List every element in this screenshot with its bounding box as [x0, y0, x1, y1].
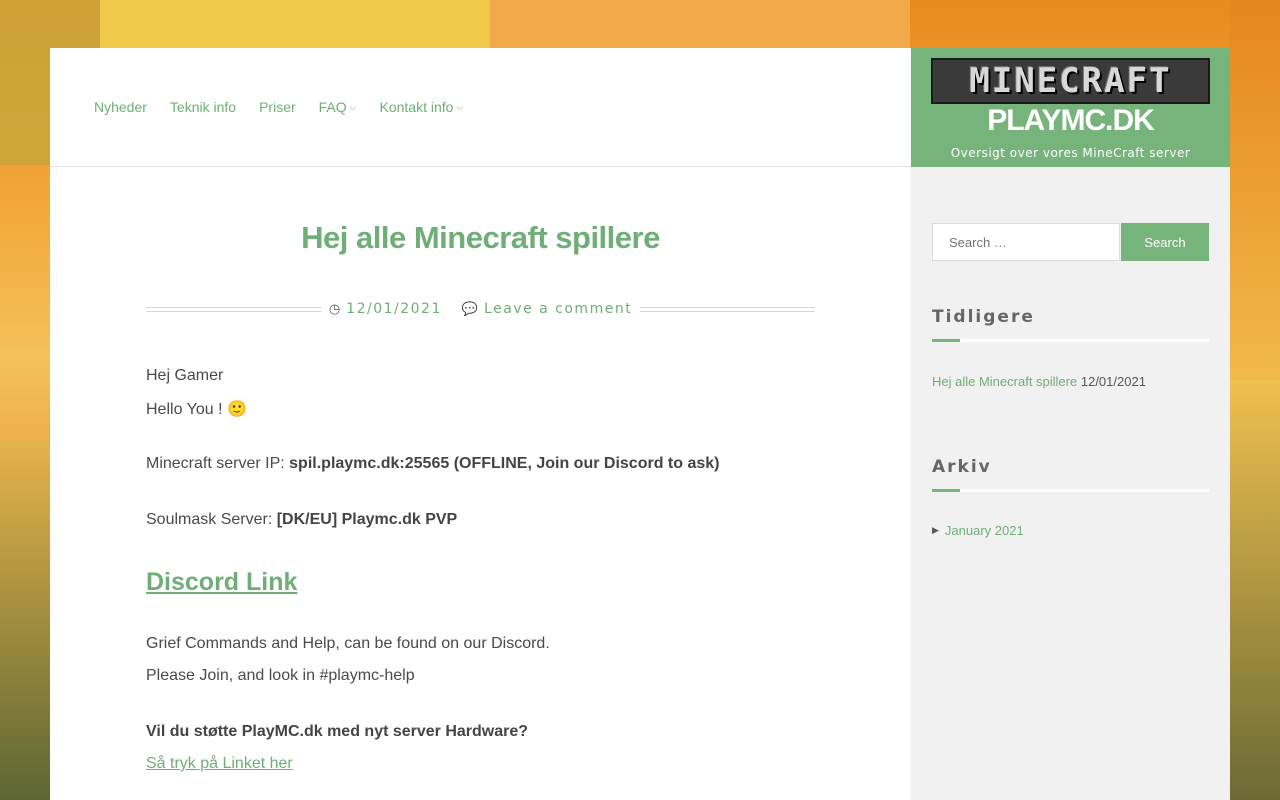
background-block: [1230, 0, 1280, 380]
join-text: Please Join, and look in #playmc-help: [146, 667, 415, 684]
main-content: Hej alle Minecraft spillere ◷ 12/01/2021…: [50, 167, 911, 800]
archive-title: Arkiv: [932, 457, 992, 477]
archive-link[interactable]: January 2021: [945, 523, 1024, 538]
logo-text: MINECRAFT: [969, 61, 1172, 101]
background-block: [490, 0, 910, 48]
background-block: [0, 440, 50, 800]
search-button[interactable]: Search: [1121, 223, 1209, 261]
site-branding: MINECRAFT PLAYMC.DK Oversigt over vores …: [911, 48, 1230, 167]
soulmask-label: Soulmask Server:: [146, 511, 277, 528]
main-navigation: Nyheder Teknik info Priser FAQ ⌵ Kontakt …: [50, 48, 911, 167]
recent-posts-title: Tidligere: [932, 307, 1035, 327]
caret-right-icon: ▶: [932, 525, 939, 535]
meta-info: ◷ 12/01/2021 💬 Leave a comment: [321, 301, 640, 317]
soulmask-value: [DK/EU] Playmc.dk PVP: [276, 511, 458, 528]
post-meta: ◷ 12/01/2021 💬 Leave a comment: [146, 299, 815, 319]
chevron-down-icon: ⌵: [456, 101, 464, 112]
nav-item-teknik-info[interactable]: Teknik info: [170, 99, 236, 115]
widget-divider: [932, 489, 1209, 492]
support-link[interactable]: Så tryk på Linket her: [146, 755, 293, 773]
post-date[interactable]: 12/01/2021: [346, 301, 442, 317]
background-block: [100, 0, 490, 48]
comment-icon: 💬: [461, 301, 479, 317]
leave-comment-link[interactable]: Leave a comment: [484, 301, 632, 317]
hello-text: Hello You ! 🙂: [146, 401, 247, 418]
archive-item: ▶ January 2021: [932, 523, 1024, 538]
greeting-text: Hej Gamer: [146, 367, 224, 384]
background-block: [1230, 380, 1280, 800]
meta-divider-right: [640, 306, 815, 312]
meta-divider-left: [146, 306, 321, 312]
discord-link[interactable]: Discord Link: [146, 568, 297, 597]
site-title[interactable]: PLAYMC.DK: [911, 104, 1230, 138]
nav-item-faq[interactable]: FAQ ⌵: [319, 99, 357, 115]
clock-icon: ◷: [328, 301, 341, 317]
site-description: Oversigt over vores MineCraft server: [950, 146, 1191, 160]
grief-text: Grief Commands and Help, can be found on…: [146, 635, 550, 652]
recent-post-item: Hej alle Minecraft spillere 12/01/2021: [932, 374, 1146, 389]
recent-post-date: 12/01/2021: [1080, 374, 1146, 389]
server-ip-label: Minecraft server IP:: [146, 455, 290, 472]
server-ip-line: Minecraft server IP: spil.playmc.dk:2556…: [146, 455, 719, 473]
support-question: Vil du støtte PlayMC.dk med nyt server H…: [146, 723, 529, 740]
widget-divider: [932, 339, 1209, 342]
nav-item-priser[interactable]: Priser: [259, 99, 296, 115]
page-container: Nyheder Teknik info Priser FAQ ⌵ Kontakt …: [50, 48, 1230, 800]
minecraft-logo[interactable]: MINECRAFT: [931, 58, 1210, 104]
recent-post-link[interactable]: Hej alle Minecraft spillere: [932, 374, 1077, 389]
post-title[interactable]: Hej alle Minecraft spillere: [50, 220, 911, 256]
soulmask-line: Soulmask Server: [DK/EU] Playmc.dk PVP: [146, 511, 457, 529]
search-input[interactable]: [932, 223, 1120, 261]
sidebar: Search Tidligere Hej alle Minecraft spil…: [911, 167, 1230, 800]
chevron-down-icon: ⌵: [349, 101, 357, 112]
nav-item-kontakt-info[interactable]: Kontakt info ⌵: [379, 99, 463, 115]
nav-item-nyheder[interactable]: Nyheder: [94, 99, 147, 115]
server-ip-value: spil.playmc.dk:25565 (OFFLINE, Join our …: [289, 455, 720, 472]
